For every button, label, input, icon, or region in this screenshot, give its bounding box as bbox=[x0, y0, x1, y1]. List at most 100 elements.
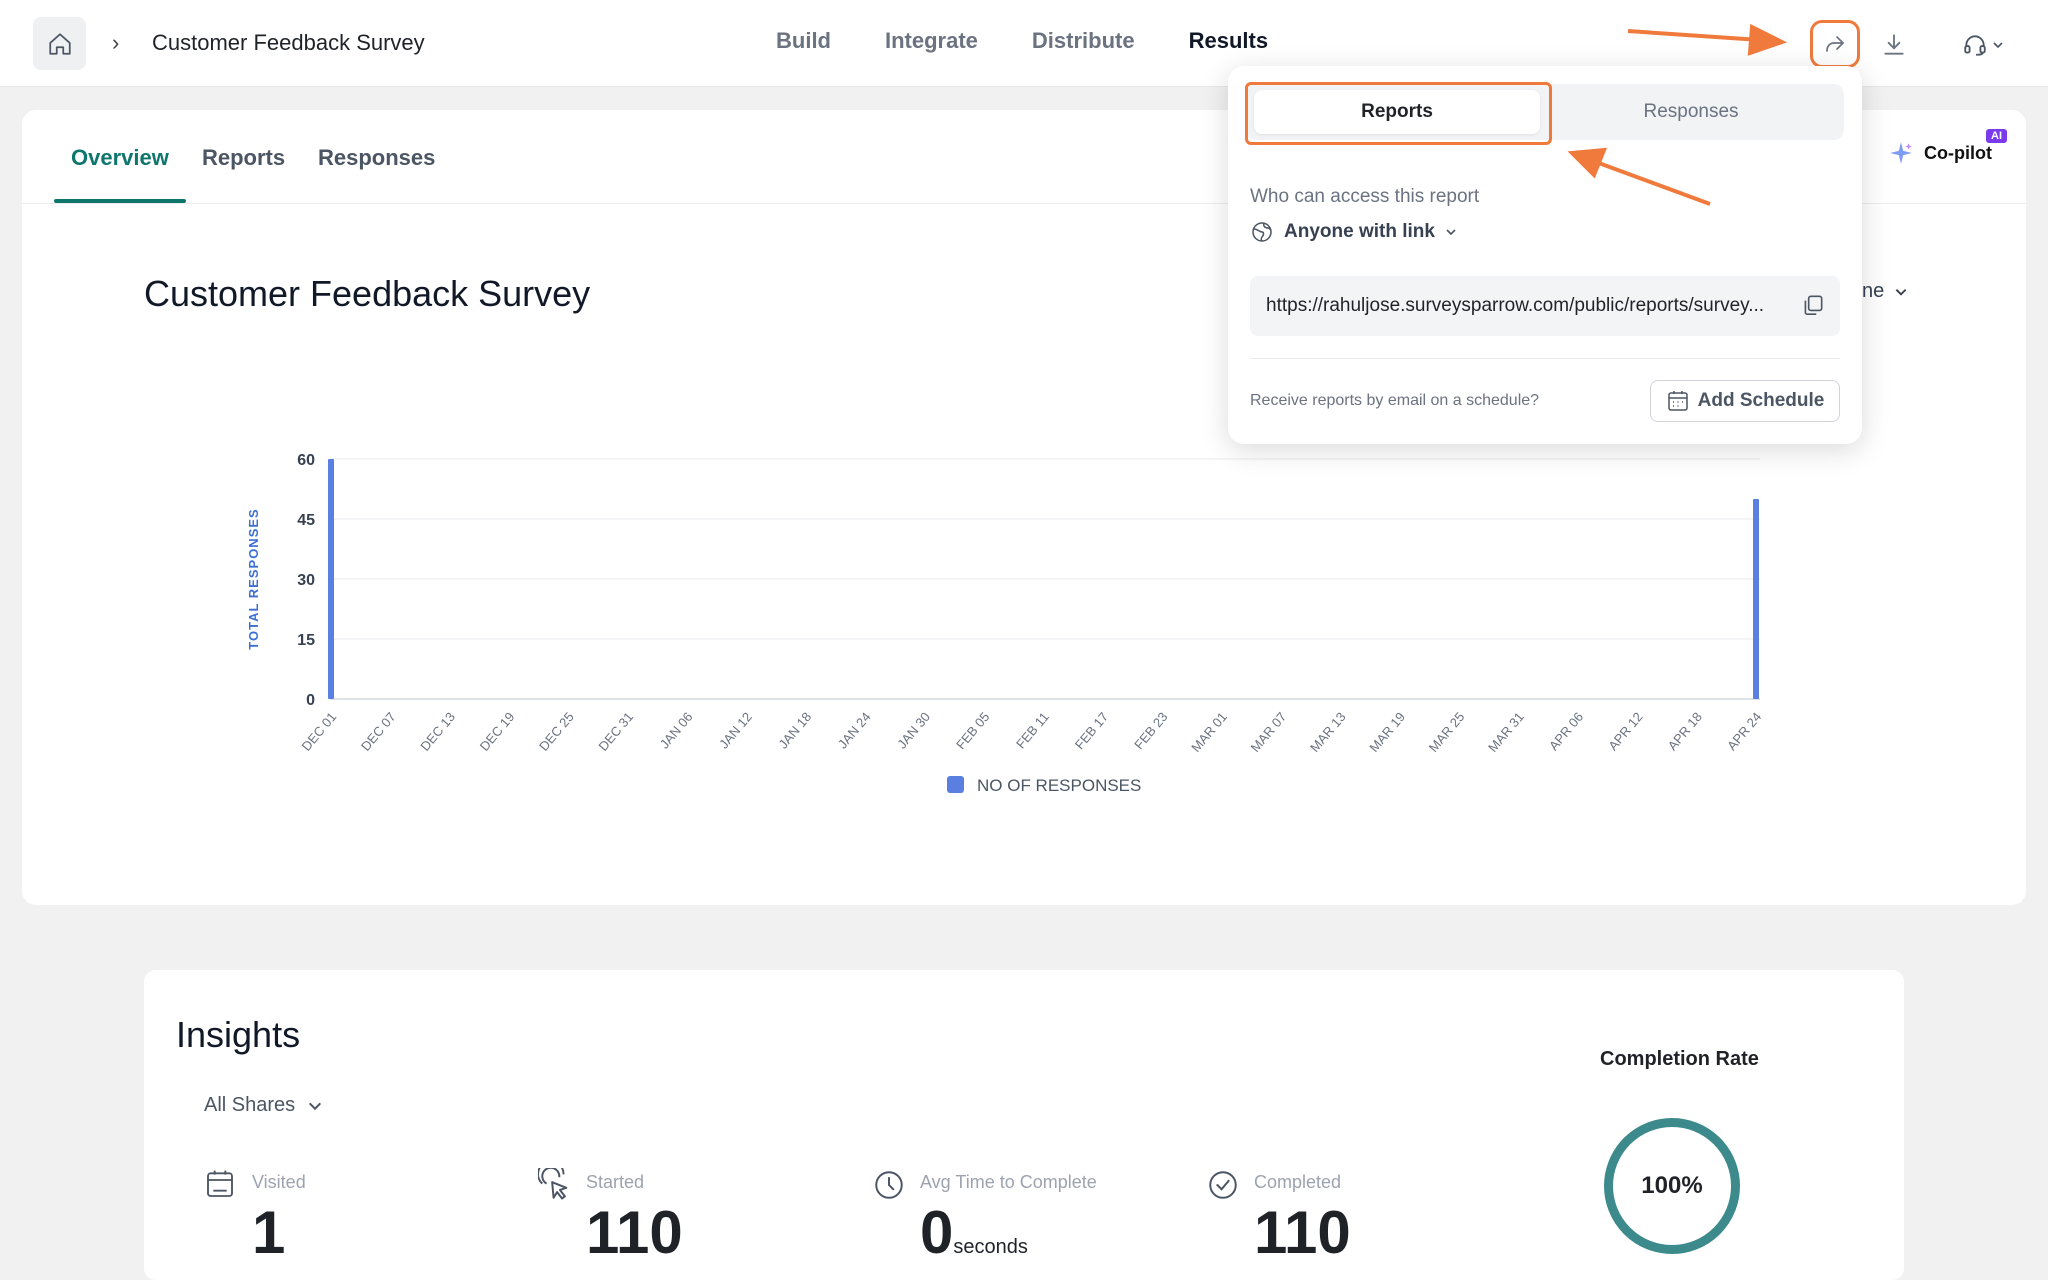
chevron-down-icon bbox=[309, 1102, 322, 1110]
report-link-text: https://rahuljose.surveysparrow.com/publ… bbox=[1266, 295, 1765, 316]
share-button[interactable] bbox=[1810, 20, 1860, 68]
x-tick-label: MAR 19 bbox=[1366, 709, 1408, 755]
shares-filter[interactable]: All Shares bbox=[204, 1094, 323, 1117]
completion-rate-ring: 100% bbox=[1604, 1118, 1740, 1254]
chevron-down-icon bbox=[1895, 288, 1907, 296]
x-tick-label: FEB 23 bbox=[1131, 709, 1170, 752]
sparkle-icon bbox=[1890, 142, 1912, 164]
metric-value: 110 bbox=[586, 1199, 683, 1266]
metric-value: 0seconds bbox=[920, 1199, 1028, 1266]
metric-value: 110 bbox=[1254, 1199, 1351, 1266]
completion-rate-value: 100% bbox=[1641, 1172, 1703, 1199]
x-tick-label: MAR 01 bbox=[1188, 709, 1230, 755]
shares-filter-label: All Shares bbox=[204, 1094, 296, 1116]
y-tick-label: 15 bbox=[297, 632, 315, 649]
nav-integrate[interactable]: Integrate bbox=[885, 28, 978, 54]
x-tick-label: APR 24 bbox=[1724, 709, 1764, 753]
x-tick-label: JAN 30 bbox=[894, 709, 933, 751]
nav-build[interactable]: Build bbox=[776, 28, 831, 54]
copilot-button[interactable]: Co-pilot bbox=[1888, 140, 1992, 166]
y-tick-label: 60 bbox=[297, 452, 315, 469]
page-title: Customer Feedback Survey bbox=[144, 273, 591, 314]
copy-icon bbox=[1804, 295, 1823, 316]
home-icon bbox=[48, 32, 71, 55]
x-tick-label: MAR 31 bbox=[1485, 709, 1527, 755]
x-tick-label: JAN 24 bbox=[835, 709, 874, 751]
copy-link-button[interactable] bbox=[1800, 292, 1826, 323]
download-icon bbox=[1884, 34, 1904, 55]
nav-distribute[interactable]: Distribute bbox=[1032, 28, 1135, 54]
x-tick-label: DEC 01 bbox=[299, 709, 340, 754]
insights-title: Insights bbox=[176, 1014, 301, 1055]
divider bbox=[1250, 358, 1840, 359]
x-tick-label: DEC 19 bbox=[477, 709, 518, 754]
x-tick-label: DEC 07 bbox=[358, 709, 399, 754]
check-circle-icon bbox=[1209, 1171, 1237, 1199]
x-tick-label: DEC 13 bbox=[417, 709, 458, 754]
globe-icon bbox=[1252, 222, 1272, 242]
share-tab-responses[interactable]: Responses bbox=[1546, 84, 1836, 140]
support-menu-button[interactable] bbox=[1958, 27, 2008, 63]
schedule-prompt: Receive reports by email on a schedule? bbox=[1250, 392, 1540, 409]
chart-bar bbox=[1753, 499, 1759, 699]
date-range-select[interactable]: ne bbox=[1862, 280, 1908, 303]
home-button[interactable] bbox=[33, 17, 86, 70]
x-tick-label: DEC 31 bbox=[595, 709, 636, 754]
cursor-click-icon bbox=[538, 1168, 568, 1200]
chevron-down-icon bbox=[1446, 229, 1456, 236]
active-tab-underline bbox=[54, 199, 186, 203]
completion-rate-title: Completion Rate bbox=[1600, 1048, 1759, 1070]
access-level-select[interactable]: Anyone with link bbox=[1250, 220, 1457, 244]
share-icon bbox=[1826, 36, 1844, 52]
chart-bar bbox=[328, 459, 334, 699]
metric-label: Completed bbox=[1254, 1172, 1342, 1192]
nav-results[interactable]: Results bbox=[1189, 28, 1268, 54]
metric-value: 1 bbox=[252, 1199, 286, 1266]
access-level-value: Anyone with link bbox=[1284, 221, 1435, 242]
x-tick-label: MAR 13 bbox=[1307, 709, 1349, 755]
calendar-icon bbox=[1667, 391, 1688, 411]
responses-chart: 0 15 30 45 60 TOTAL RESPONSES DEC 01 DEC 07 DEC … bbox=[246, 452, 1764, 795]
annotation-highlight-box bbox=[1245, 82, 1552, 145]
x-tick-label: JAN 12 bbox=[716, 709, 755, 751]
x-tick-label: MAR 25 bbox=[1426, 709, 1468, 755]
x-tick-label: APR 06 bbox=[1546, 709, 1586, 753]
access-label: Who can access this report bbox=[1250, 186, 1480, 207]
y-tick-label: 45 bbox=[297, 512, 315, 529]
tab-reports[interactable]: Reports bbox=[202, 145, 285, 171]
y-tick-label: 0 bbox=[306, 692, 315, 709]
metric-label: Started bbox=[586, 1172, 645, 1192]
clock-icon bbox=[875, 1171, 903, 1199]
add-schedule-label: Add Schedule bbox=[1697, 390, 1825, 411]
x-tick-label: JAN 06 bbox=[657, 709, 696, 751]
legend-swatch bbox=[947, 776, 964, 793]
date-range-label: ne bbox=[1862, 280, 1885, 302]
metric-label: Avg Time to Complete bbox=[920, 1172, 1097, 1192]
breadcrumb-separator: › bbox=[112, 30, 120, 55]
metric-label: Visited bbox=[252, 1172, 306, 1192]
x-tick-label: MAR 07 bbox=[1248, 709, 1290, 755]
calendar-icon bbox=[207, 1170, 233, 1197]
ai-badge: AI bbox=[1986, 129, 2007, 143]
x-tick-label: FEB 11 bbox=[1013, 709, 1052, 751]
x-tick-label: DEC 25 bbox=[536, 709, 577, 754]
main-nav: Build Integrate Distribute Results bbox=[776, 28, 1268, 54]
download-button[interactable] bbox=[1876, 27, 1912, 63]
tab-responses[interactable]: Responses bbox=[318, 145, 435, 171]
y-axis-label: TOTAL RESPONSES bbox=[246, 508, 261, 649]
metric-unit: seconds bbox=[953, 1236, 1028, 1258]
y-tick-label: 30 bbox=[297, 572, 315, 589]
x-tick-label: APR 12 bbox=[1605, 709, 1645, 753]
add-schedule-button[interactable]: Add Schedule bbox=[1650, 380, 1840, 422]
copilot-label: Co-pilot bbox=[1924, 142, 1992, 163]
chevron-down-icon bbox=[1993, 42, 2003, 49]
headset-icon bbox=[1964, 35, 1986, 56]
breadcrumb-survey-name[interactable]: Customer Feedback Survey bbox=[152, 30, 425, 56]
tab-overview[interactable]: Overview bbox=[71, 145, 169, 171]
legend-label: NO OF RESPONSES bbox=[977, 776, 1141, 795]
insights-panel: Insights All Shares Visited 1 Started 11… bbox=[144, 970, 1904, 1280]
x-tick-label: APR 18 bbox=[1665, 709, 1705, 753]
x-tick-label: FEB 05 bbox=[953, 709, 992, 752]
report-link-field[interactable]: https://rahuljose.surveysparrow.com/publ… bbox=[1250, 276, 1840, 336]
x-tick-label: FEB 17 bbox=[1072, 709, 1111, 752]
